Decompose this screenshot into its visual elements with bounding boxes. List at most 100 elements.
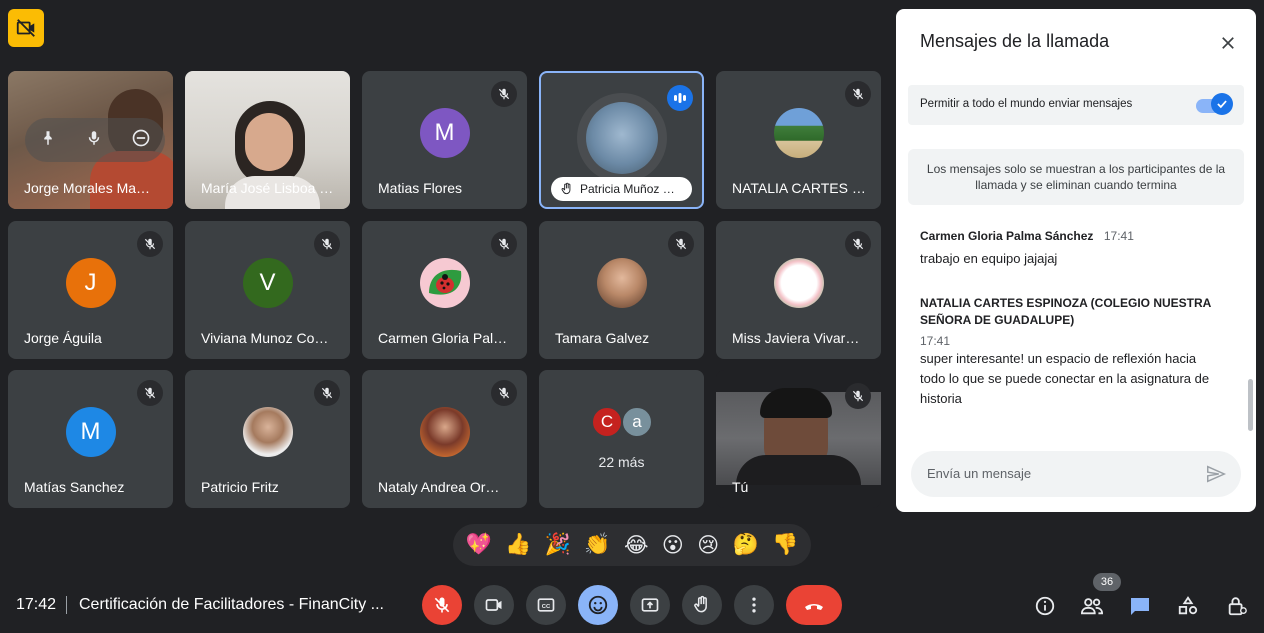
muted-indicator: [491, 81, 517, 107]
participant-name: Tú: [732, 479, 749, 495]
participants-count-badge: 36: [1093, 573, 1121, 591]
message-text: super interesante! un espacio de reflexi…: [920, 351, 1210, 406]
message-time: 17:41: [920, 334, 951, 348]
info-icon: [1035, 596, 1055, 616]
audio-level-icon: [674, 93, 686, 103]
mic-off-icon: [852, 390, 864, 402]
self-tile[interactable]: Tú: [716, 370, 881, 508]
avatar: J: [65, 258, 116, 309]
more-options-button[interactable]: [734, 585, 774, 625]
clock: 17:42: [16, 596, 57, 613]
reaction-crying[interactable]: 😢: [697, 533, 719, 558]
remove-icon[interactable]: [131, 128, 151, 153]
meeting-title[interactable]: Certificación de Facilitadores - FinanCi…: [79, 596, 409, 614]
mic-off-icon: [144, 238, 156, 250]
avatar: [419, 407, 470, 458]
participant-tile[interactable]: Tamara Galvez: [539, 221, 704, 359]
participant-tile[interactable]: M Matías Sanchez: [8, 370, 173, 508]
participant-name: Tamara Galvez: [555, 330, 650, 346]
avatar: M: [419, 108, 470, 159]
reaction-laughing[interactable]: 😂: [624, 533, 649, 558]
chat-icon: [1131, 598, 1149, 615]
hidden-self-view-badge[interactable]: [8, 9, 44, 47]
mic-off-icon: [498, 387, 510, 399]
chat-scrollbar[interactable]: [1248, 379, 1253, 431]
chat-button[interactable]: [1125, 591, 1155, 621]
participant-tile[interactable]: Carmen Gloria Pal…: [362, 221, 527, 359]
allow-messages-label: Permitir a todo el mundo enviar mensajes: [920, 98, 1133, 110]
participant-name: Carmen Gloria Pal…: [378, 330, 508, 346]
person-hair: [760, 388, 832, 418]
participant-name: María José Lisboa …: [201, 180, 334, 196]
end-call-button[interactable]: [786, 585, 842, 625]
participant-tile[interactable]: Miss Javiera Vivar…: [716, 221, 881, 359]
mic-off-icon: [498, 238, 510, 250]
participant-tile[interactable]: V Viviana Munoz Co…: [185, 221, 350, 359]
people-button[interactable]: [1077, 591, 1107, 621]
present-screen-button[interactable]: [630, 585, 670, 625]
send-icon: [1207, 465, 1227, 483]
muted-indicator: [845, 231, 871, 257]
participant-tile[interactable]: Patricio Fritz: [185, 370, 350, 508]
chat-panel: Mensajes de la llamada Permitir a todo e…: [896, 9, 1256, 512]
muted-indicator: [137, 231, 163, 257]
reactions-bar: 💖 👍 🎉 👏 😂 😮 😢 🤔 👎: [453, 524, 811, 566]
message-author: Carmen Gloria Palma Sánchez: [920, 229, 1094, 243]
avatar: [586, 102, 658, 174]
participant-name: Jorge Morales Ma…: [24, 180, 151, 196]
avatar: M: [65, 407, 116, 458]
chat-panel-title: Mensajes de la llamada: [920, 31, 1110, 51]
reaction-thumbs-down[interactable]: 👎: [772, 533, 798, 557]
person-face: [245, 113, 293, 171]
meeting-details-button[interactable]: [1030, 591, 1060, 621]
close-icon: [1222, 37, 1234, 49]
avatar: [773, 258, 824, 309]
reaction-clapping[interactable]: 👏: [584, 533, 610, 557]
reaction-sparkling-heart[interactable]: 💖: [466, 533, 492, 557]
muted-indicator: [845, 81, 871, 107]
captions-button[interactable]: CC: [526, 585, 566, 625]
participant-name: Matias Flores: [378, 180, 463, 196]
camera-toggle-button[interactable]: [474, 585, 514, 625]
shapes-icon: [1178, 596, 1198, 615]
close-button[interactable]: [1216, 31, 1240, 55]
message-input[interactable]: Envía un mensaje: [927, 466, 1031, 481]
avatar: [242, 407, 293, 458]
participant-tile[interactable]: María José Lisboa …: [185, 71, 350, 209]
allow-messages-row: Permitir a todo el mundo enviar mensajes: [908, 85, 1244, 125]
participant-name: Jorge Águila: [24, 330, 102, 346]
participant-name: Miss Javiera Vivar…: [732, 330, 860, 346]
participant-tile-speaking[interactable]: Patricia Muñoz …: [539, 71, 704, 209]
raised-hand-label: Patricia Muñoz …: [551, 177, 692, 201]
message-time: 17:41: [1103, 229, 1134, 243]
host-controls-button[interactable]: [1222, 591, 1252, 621]
message-composer: Envía un mensaje: [911, 451, 1241, 497]
reaction-thinking[interactable]: 🤔: [733, 533, 759, 557]
muted-indicator: [845, 383, 871, 409]
participant-tile[interactable]: NATALIA CARTES …: [716, 71, 881, 209]
send-button[interactable]: [1205, 463, 1227, 490]
reactions-button[interactable]: [578, 585, 618, 625]
reaction-surprised[interactable]: 😮: [662, 533, 684, 558]
activities-button[interactable]: [1173, 591, 1203, 621]
participant-name: Nataly Andrea Or…: [378, 479, 500, 495]
avatar: [596, 258, 647, 309]
participant-name: Matías Sanchez: [24, 479, 125, 495]
more-count-label: 22 más: [598, 454, 645, 470]
avatar: a: [621, 406, 653, 438]
pin-icon[interactable]: [39, 129, 57, 152]
more-participants-tile[interactable]: C a 22 más: [539, 370, 704, 508]
muted-indicator: [314, 380, 340, 406]
raise-hand-button[interactable]: [682, 585, 722, 625]
participant-tile[interactable]: J Jorge Águila: [8, 221, 173, 359]
participant-tile[interactable]: M Matias Flores: [362, 71, 527, 209]
microphone-toggle-button[interactable]: [422, 585, 462, 625]
reaction-thumbs-up[interactable]: 👍: [505, 533, 531, 557]
mic-off-icon: [675, 238, 687, 250]
participant-tile[interactable]: Nataly Andrea Or…: [362, 370, 527, 508]
ladybug-icon: [428, 269, 461, 295]
raised-hand-icon: [694, 595, 707, 613]
participant-tile[interactable]: Jorge Morales Ma…: [8, 71, 173, 209]
microphone-icon[interactable]: [85, 129, 103, 152]
reaction-party-popper[interactable]: 🎉: [545, 533, 571, 557]
